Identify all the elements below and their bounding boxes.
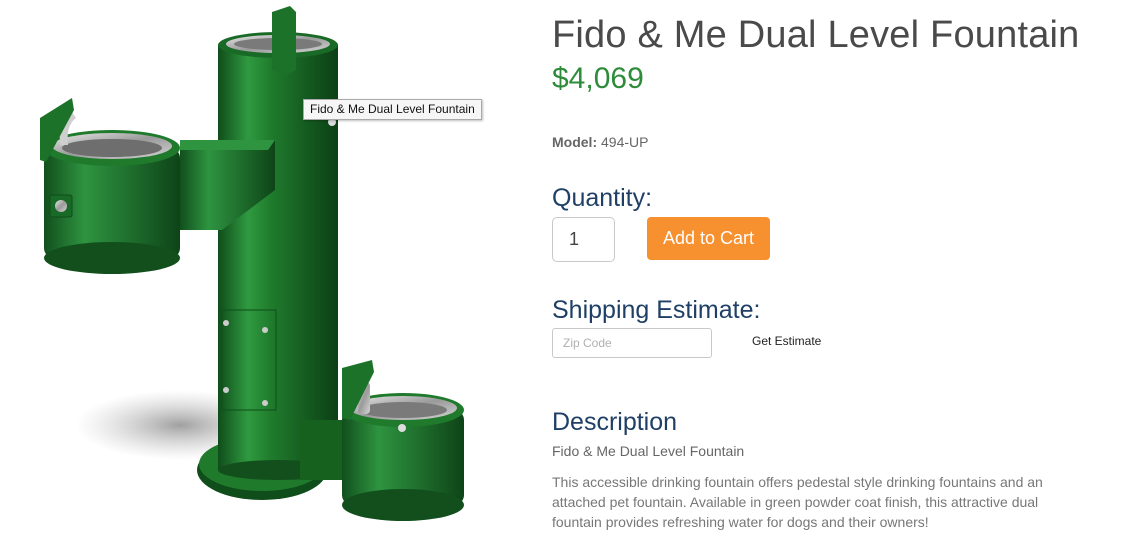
model-value: 494-UP: [601, 134, 649, 150]
quantity-input[interactable]: [552, 217, 615, 262]
get-estimate-button[interactable]: Get Estimate: [752, 334, 821, 348]
description-heading: Description: [552, 408, 678, 436]
product-image[interactable]: Fido & Me Dual Level Fountain: [0, 0, 540, 550]
quantity-heading: Quantity:: [552, 184, 653, 212]
description-text: This accessible drinking fountain offers…: [552, 474, 1043, 530]
product-page: Fido & Me Dual Level Fountain Fido & Me …: [0, 0, 1148, 550]
model-info: Model: 494-UP: [552, 134, 648, 150]
product-title: Fido & Me Dual Level Fountain: [552, 14, 1080, 56]
image-tooltip: Fido & Me Dual Level Fountain: [303, 99, 482, 120]
model-label: Model:: [552, 134, 598, 150]
description-subtitle: Fido & Me Dual Level Fountain: [552, 443, 745, 459]
zip-code-input[interactable]: [552, 328, 712, 358]
add-to-cart-button[interactable]: Add to Cart: [647, 217, 770, 260]
shipping-estimate-heading: Shipping Estimate:: [552, 296, 761, 324]
product-price: $4,069: [552, 62, 644, 95]
drinking-fountain-illustration: [40, 6, 464, 521]
